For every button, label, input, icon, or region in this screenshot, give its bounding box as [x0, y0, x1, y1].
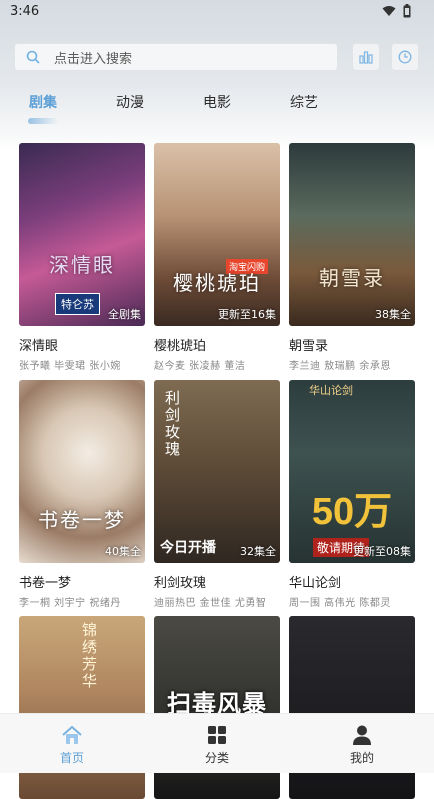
nav-home-label: 首页 — [59, 751, 84, 765]
user-icon — [353, 725, 371, 745]
tab-anime[interactable]: 动漫 — [116, 92, 144, 112]
tab-variety[interactable]: 综艺 — [290, 92, 318, 112]
tab-movie[interactable]: 电影 — [203, 92, 231, 112]
search-placeholder: 点击进入搜索 — [54, 52, 133, 67]
drama-card[interactable]: 朝雪录 38集全 朝雪录 李兰迪 敖瑞鹏 余承恩 — [289, 143, 415, 372]
poster-image: 书卷一梦 40集全 — [19, 380, 145, 563]
poster-headline: 50万 — [311, 491, 393, 533]
poster-title: 锦绣芳华 — [80, 622, 98, 690]
search-icon — [26, 50, 40, 64]
poster-premiere: 今日开播 — [160, 540, 216, 556]
tab-drama[interactable]: 剧集 — [29, 92, 57, 112]
drama-title: 利剑玫瑰 — [154, 576, 207, 591]
drama-card[interactable]: 华山论剑 50万 敬请期待 更新至08集 华山论剑 周一围 高伟光 陈都灵 — [289, 380, 415, 609]
status-time: 3:46 — [10, 4, 40, 19]
poster-image: 利剑玫瑰 今日开播 32集全 — [154, 380, 280, 563]
nav-category-label: 分类 — [204, 751, 229, 765]
poster-image: 华山论剑 50万 敬请期待 更新至08集 — [289, 380, 415, 563]
poster-image: 深情眼 特仑苏 全剧集 — [19, 143, 145, 326]
drama-card[interactable]: 淘宝闪购 樱桃琥珀 更新至16集 樱桃琥珀 赵今麦 张凌赫 董洁 — [154, 143, 280, 372]
drama-title: 樱桃琥珀 — [154, 339, 207, 354]
poster-title: 深情眼 — [49, 253, 115, 277]
poster-title: 书卷一梦 — [38, 508, 126, 532]
poster-image: 朝雪录 38集全 — [289, 143, 415, 326]
nav-profile[interactable]: 我的 — [312, 714, 412, 773]
category-tabs: 剧集 动漫 电影 综艺 — [0, 90, 434, 116]
drama-card[interactable]: 利剑玫瑰 今日开播 32集全 利剑玫瑰 迪丽热巴 金世佳 尤勇智 — [154, 380, 280, 609]
drama-cast: 张予曦 毕雯珺 张小婉 — [19, 361, 121, 372]
search-input[interactable]: 点击进入搜索 — [14, 43, 338, 71]
episode-badge: 40集全 — [105, 545, 141, 558]
episode-badge: 32集全 — [240, 545, 276, 558]
poster-title: 利剑玫瑰 — [163, 390, 181, 458]
status-bar: 3:46 — [0, 0, 434, 26]
drama-cast: 周一围 高伟光 陈都灵 — [289, 598, 391, 609]
poster-top-title: 华山论剑 — [309, 384, 353, 397]
active-tab-indicator — [28, 118, 58, 124]
poster-title: 朝雪录 — [319, 266, 385, 290]
episode-badge: 38集全 — [375, 308, 411, 321]
drama-cast: 李一桐 刘宇宁 祝绪丹 — [19, 598, 121, 609]
episode-badge: 更新至16集 — [218, 308, 276, 321]
episode-badge: 更新至08集 — [353, 545, 411, 558]
drama-title: 深情眼 — [19, 339, 59, 354]
drama-cast: 李兰迪 敖瑞鹏 余承恩 — [289, 361, 391, 372]
stats-button[interactable] — [352, 43, 380, 71]
drama-cast: 迪丽热巴 金世佳 尤勇智 — [154, 598, 267, 609]
battery-icon — [403, 4, 411, 18]
drama-card[interactable]: 书卷一梦 40集全 书卷一梦 李一桐 刘宇宁 祝绪丹 — [19, 380, 145, 609]
episode-badge: 全剧集 — [108, 308, 141, 321]
history-button[interactable] — [391, 43, 419, 71]
poster-sponsor: 特仑苏 — [55, 293, 100, 315]
poster-image: 淘宝闪购 樱桃琥珀 更新至16集 — [154, 143, 280, 326]
drama-title: 华山论剑 — [289, 576, 342, 591]
nav-home[interactable]: 首页 — [22, 714, 122, 773]
stats-icon — [359, 51, 373, 64]
poster-title: 樱桃琥珀 — [173, 271, 261, 295]
wifi-icon — [382, 6, 396, 16]
nav-profile-label: 我的 — [349, 751, 374, 765]
bottom-navigation: 首页 分类 我的 — [0, 713, 434, 773]
home-icon — [62, 725, 82, 744]
nav-category[interactable]: 分类 — [167, 714, 267, 773]
drama-cast: 赵今麦 张凌赫 董洁 — [154, 361, 246, 372]
grid-icon — [208, 726, 226, 744]
drama-card[interactable]: 深情眼 特仑苏 全剧集 深情眼 张予曦 毕雯珺 张小婉 — [19, 143, 145, 372]
drama-title: 书卷一梦 — [19, 576, 72, 591]
drama-title: 朝雪录 — [289, 339, 329, 354]
history-clock-icon — [398, 50, 412, 64]
